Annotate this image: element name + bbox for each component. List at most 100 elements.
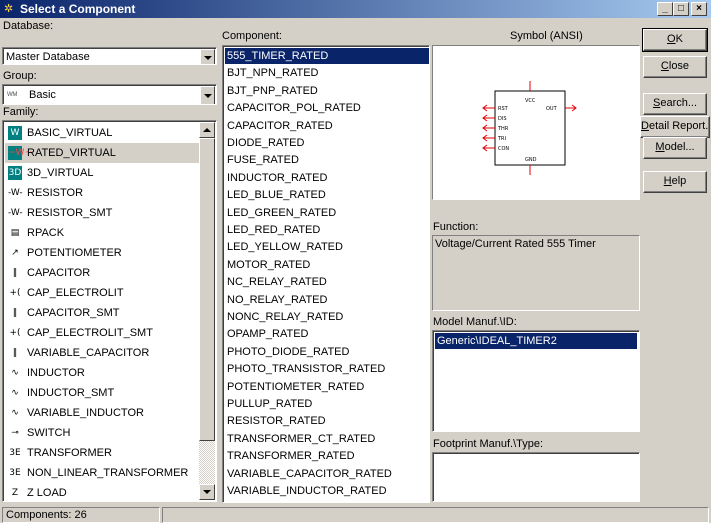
component-item-label: TRANSFORMER_CT_RATED — [227, 432, 376, 445]
model-list[interactable]: Generic\IDEAL_TIMER2 — [432, 330, 640, 432]
component-item-label: CAPACITOR_POL_RATED — [227, 102, 361, 115]
title-bar[interactable]: ✲ Select a Component _ □ × — [0, 0, 711, 18]
close-button[interactable]: Close — [643, 56, 707, 78]
component-item-label: LED_GREEN_RATED — [227, 206, 337, 219]
group-dropdown-button[interactable] — [200, 86, 215, 104]
component-item[interactable]: DIODE_RATED — [225, 135, 429, 151]
family-item[interactable]: 3E TRANSFORMER — [5, 443, 203, 463]
component-item[interactable]: PULLUP_RATED — [225, 396, 429, 412]
minimize-button[interactable]: _ — [657, 2, 673, 16]
search-button[interactable]: Search... — [643, 93, 707, 115]
component-item-label: NC_RELAY_RATED — [227, 276, 327, 289]
family-item[interactable]: Z Z LOAD — [5, 483, 203, 501]
component-item[interactable]: LED_BLUE_RATED — [225, 187, 429, 203]
detail-report-button[interactable]: Detail Report... — [640, 116, 710, 138]
component-item[interactable]: NO_RELAY_RATED — [225, 292, 429, 308]
component-item[interactable]: BJT_NPN_RATED — [225, 65, 429, 81]
rated-virtual-icon: ~W~ — [8, 146, 32, 160]
component-item[interactable]: LED_RED_RATED — [225, 222, 429, 238]
function-value: Voltage/Current Rated 555 Timer — [435, 238, 596, 250]
family-item[interactable]: ∿ INDUCTOR_SMT — [5, 383, 203, 403]
family-item[interactable]: +(CAP_ELECTROLIT — [5, 283, 203, 303]
scroll-down-button[interactable] — [199, 484, 215, 500]
component-item-label: NONC_RELAY_RATED — [227, 311, 344, 323]
component-item[interactable]: PHOTO_TRANSISTOR_RATED — [225, 361, 429, 377]
component-item[interactable]: NC_RELAY_RATED — [225, 274, 429, 290]
model-button[interactable]: Model... — [643, 137, 707, 159]
family-item[interactable]: ▤ RPACK — [5, 223, 203, 243]
component-item[interactable]: MOTOR_RATED — [225, 257, 429, 273]
left-pin-label: TRI — [497, 136, 506, 142]
family-item[interactable]: ↗ POTENTIOMETER — [5, 243, 203, 263]
component-item[interactable]: BJT_PNP_RATED — [225, 83, 429, 99]
component-item[interactable]: 555_TIMER_RATED — [225, 48, 429, 64]
component-item[interactable]: POTENTIOMETER_RATED — [225, 379, 429, 395]
family-item[interactable]: 3E NON_LINEAR_TRANSFORMER — [5, 463, 203, 483]
family-item[interactable]: ‖ VARIABLE_CAPACITOR — [5, 343, 203, 363]
component-item[interactable]: TRANSFORMER_CT_RATED — [225, 431, 429, 447]
variable-capacitor-icon: ‖ — [8, 346, 22, 360]
component-item[interactable]: INDUCTOR_RATED — [225, 170, 429, 186]
components-count: Components: 26 — [6, 509, 87, 521]
family-item[interactable]: ∿ INDUCTOR — [5, 363, 203, 383]
component-item[interactable]: CAPACITOR_RATED — [225, 118, 429, 134]
close-window-button[interactable]: × — [691, 2, 707, 16]
component-item-label: BJT_NPN_RATED — [227, 67, 319, 80]
family-item[interactable]: -W- RESISTOR_SMT — [5, 203, 203, 223]
component-item[interactable]: LED_YELLOW_RATED — [225, 239, 429, 255]
component-item[interactable]: VARIABLE_INDUCTOR_RATED — [225, 483, 429, 499]
database-select[interactable]: Master Database — [2, 47, 217, 65]
family-item[interactable]: +(CAP_ELECTROLIT_SMT — [5, 323, 203, 343]
group-value: Basic — [29, 89, 56, 101]
close-label: lose — [668, 60, 690, 72]
component-item[interactable]: TRANSFORMER_RATED — [225, 448, 429, 464]
component-label: Component: — [222, 30, 282, 42]
component-item[interactable]: RESISTOR_RATED — [225, 413, 429, 429]
component-item[interactable]: NONC_RELAY_RATED — [225, 309, 429, 325]
family-item[interactable]: ⊸ SWITCH — [5, 423, 203, 443]
family-list[interactable]: W BASIC_VIRTUAL ~W~ RATED_VIRTUAL 3D 3D_VIRTU… — [2, 120, 217, 502]
family-item[interactable]: -W- RESISTOR — [5, 183, 203, 203]
basic-group-icon: ᵂᴹ — [7, 90, 18, 100]
model-item[interactable]: Generic\IDEAL_TIMER2 — [435, 333, 637, 349]
family-item-label: SWITCH — [27, 427, 71, 439]
chevron-down-icon — [204, 56, 212, 60]
family-item[interactable]: ∿ VARIABLE_INDUCTOR — [5, 403, 203, 423]
scroll-thumb[interactable] — [199, 138, 215, 441]
component-item-label: LED_RED_RATED — [227, 224, 321, 236]
component-item[interactable]: PHOTO_DIODE_RATED — [225, 344, 429, 360]
component-item[interactable]: FUSE_RATED — [225, 152, 429, 168]
database-dropdown-button[interactable] — [200, 49, 215, 64]
component-item[interactable]: CAPACITOR_POL_RATED — [225, 100, 429, 116]
family-item-label: Z LOAD — [27, 487, 67, 499]
family-item[interactable]: ~W~ RATED_VIRTUAL — [5, 143, 203, 163]
variable-inductor-icon: ∿ — [8, 406, 22, 420]
family-item-label: 3D_VIRTUAL — [27, 167, 94, 179]
family-item[interactable]: ‖ CAPACITOR — [5, 263, 203, 283]
family-item[interactable]: ‖ CAPACITOR_SMT — [5, 303, 203, 323]
detail-report-mnemonic: D — [641, 120, 649, 132]
component-item-label: CAPACITOR_RATED — [227, 119, 333, 132]
detail-report-label: etail Report... — [648, 120, 710, 132]
scroll-up-button[interactable] — [199, 122, 215, 138]
group-select[interactable]: ᵂᴹ Basic — [2, 84, 217, 105]
vcc-pin-label: VCC — [525, 98, 536, 104]
component-list[interactable]: 555_TIMER_RATED BJT_NPN_RATED BJT_PNP_RATE… — [222, 45, 430, 503]
component-item-label: OPAMP_RATED — [227, 328, 309, 341]
family-scrollbar[interactable] — [199, 122, 215, 500]
component-item-label: DIODE_RATED — [227, 137, 305, 149]
component-item[interactable]: LED_GREEN_RATED — [225, 205, 429, 221]
function-box: Voltage/Current Rated 555 Timer — [432, 235, 640, 311]
component-item-label: INDUCTOR_RATED — [227, 171, 328, 184]
component-item[interactable]: VARIABLE_CAPACITOR_RATED — [225, 466, 429, 482]
footprint-list[interactable] — [432, 452, 640, 502]
help-button[interactable]: Help — [643, 171, 707, 193]
family-item-label: RESISTOR_SMT — [27, 207, 113, 219]
ok-button[interactable]: OK — [642, 28, 708, 52]
family-item[interactable]: 3D 3D_VIRTUAL — [5, 163, 203, 183]
resistor-smt-icon: -W- — [8, 206, 23, 220]
component-item[interactable]: OPAMP_RATED — [225, 326, 429, 342]
family-item[interactable]: W BASIC_VIRTUAL — [5, 123, 203, 143]
symbol-label: Symbol (ANSI) — [510, 30, 583, 42]
maximize-button[interactable]: □ — [673, 2, 689, 16]
